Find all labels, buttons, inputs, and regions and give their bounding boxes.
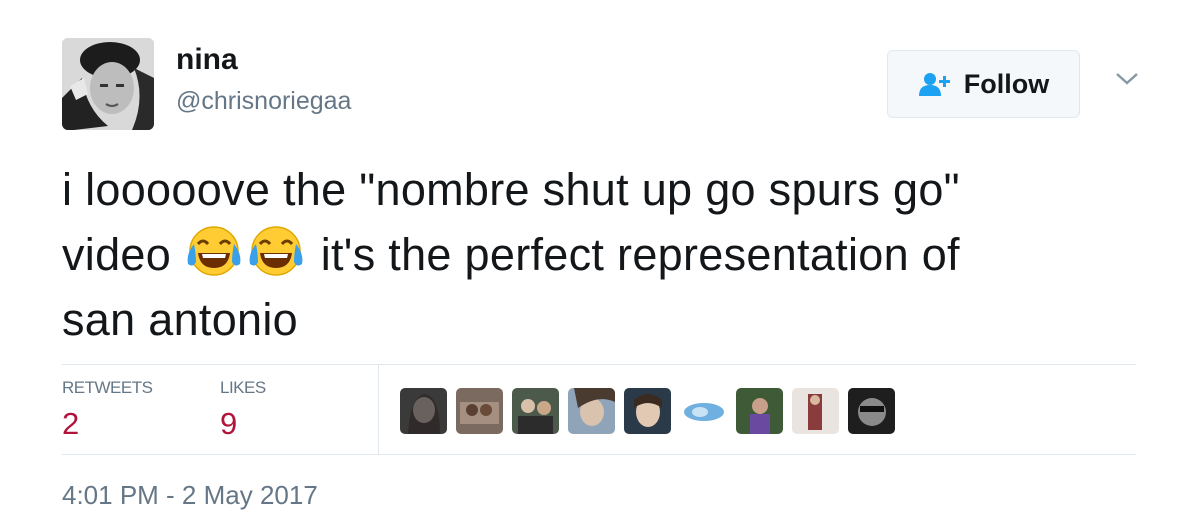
- tweet-timestamp[interactable]: 4:01 PM - 2 May 2017: [62, 478, 318, 512]
- profile-photo: [62, 38, 154, 130]
- retweets-stat[interactable]: RETWEETS 2: [62, 378, 153, 444]
- likers-avatar-row: [400, 388, 895, 434]
- liker-avatar[interactable]: [848, 388, 895, 434]
- tweet-text: i looooove the "nombre shut up go spurs …: [62, 157, 1142, 352]
- retweets-label: RETWEETS: [62, 378, 153, 397]
- retweets-count: 2: [62, 406, 80, 441]
- tweet-text-segment: video: [62, 229, 172, 280]
- liker-avatar[interactable]: [624, 388, 671, 434]
- stats-divider-top: [62, 364, 1136, 365]
- liker-avatar[interactable]: [680, 388, 727, 434]
- likes-label: LIKES: [220, 378, 266, 397]
- tweet-text-line: video it's the perfect representation of: [62, 222, 1142, 287]
- tweet-text-line: i looooove the "nombre shut up go spurs …: [62, 164, 960, 215]
- chevron-down-icon[interactable]: [1112, 68, 1142, 90]
- likes-count: 9: [220, 406, 238, 441]
- likes-stat[interactable]: LIKES 9: [220, 378, 266, 444]
- display-name[interactable]: nina: [176, 40, 238, 80]
- stats-divider-bottom: [62, 454, 1136, 455]
- tears-of-joy-emoji-icon: [246, 224, 306, 278]
- user-avatar[interactable]: [62, 38, 154, 130]
- user-handle[interactable]: @chrisnoriegaa: [176, 84, 351, 118]
- follow-button[interactable]: Follow: [887, 50, 1080, 118]
- tweet-text-line: san antonio: [62, 294, 298, 345]
- liker-avatar[interactable]: [400, 388, 447, 434]
- tears-of-joy-emoji-icon: [184, 224, 244, 278]
- liker-avatar[interactable]: [456, 388, 503, 434]
- stats-vertical-divider: [378, 364, 379, 454]
- follow-user-icon: [918, 71, 952, 97]
- liker-avatar[interactable]: [512, 388, 559, 434]
- liker-avatar[interactable]: [792, 388, 839, 434]
- follow-button-label: Follow: [963, 68, 1050, 99]
- liker-avatar[interactable]: [568, 388, 615, 434]
- tweet-text-segment: it's the perfect representation of: [320, 229, 960, 280]
- liker-avatar[interactable]: [736, 388, 783, 434]
